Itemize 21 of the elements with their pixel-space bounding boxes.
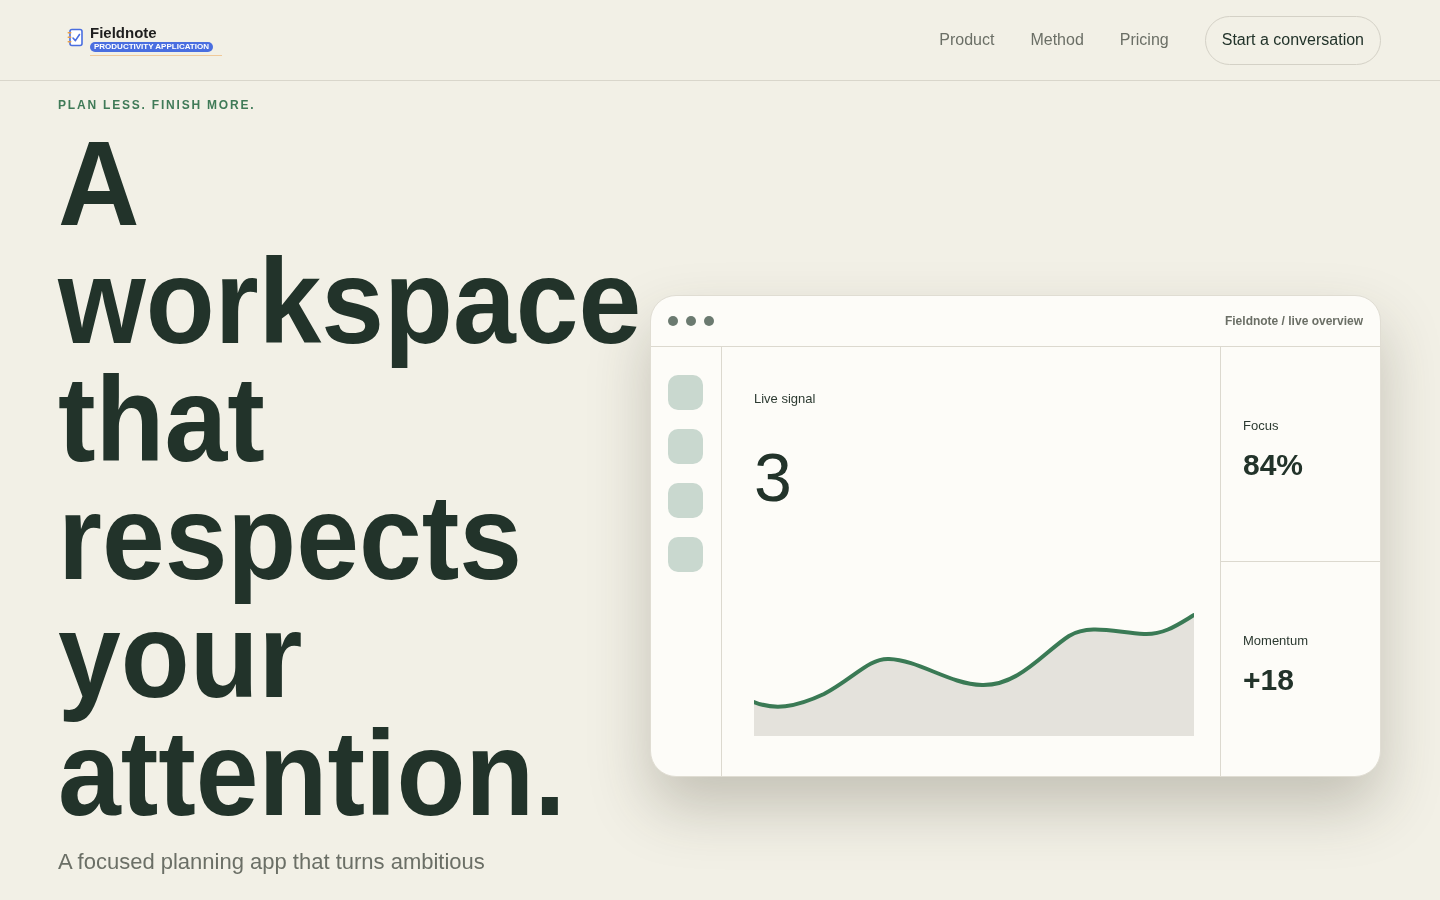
placeholder-tile-icon [668,375,703,410]
nav-link[interactable]: Pricing [1119,28,1169,52]
placeholder-tile-icon [668,537,703,572]
stat-label: Focus [1243,417,1279,435]
eyebrow-text: PLAN LESS. FINISH MORE. [58,97,256,114]
notepad-check-icon [67,28,83,47]
window-dots-icon [668,316,714,326]
hero-headline: A workspace that respects your attention. [58,124,643,832]
nav-link[interactable]: Product [939,28,995,52]
window-title: Fieldnote / live overview [1224,313,1363,330]
logo-wordmark: Fieldnote [90,24,158,41]
hero-subtitle: A focused planning app that turns ambitious [58,848,486,876]
stat-label: Momentum [1243,632,1309,650]
stat-value: +18 [1243,662,1294,698]
placeholder-tile-icon [668,429,703,464]
nav-link[interactable]: Method [1030,28,1084,52]
signal-value: 3 [754,438,792,516]
signal-label: Live signal [754,390,816,408]
logo-tag: PRODUCTIVITY APPLICATION [90,42,213,52]
stat-value: 84% [1243,447,1304,483]
placeholder-tile-icon [668,483,703,518]
